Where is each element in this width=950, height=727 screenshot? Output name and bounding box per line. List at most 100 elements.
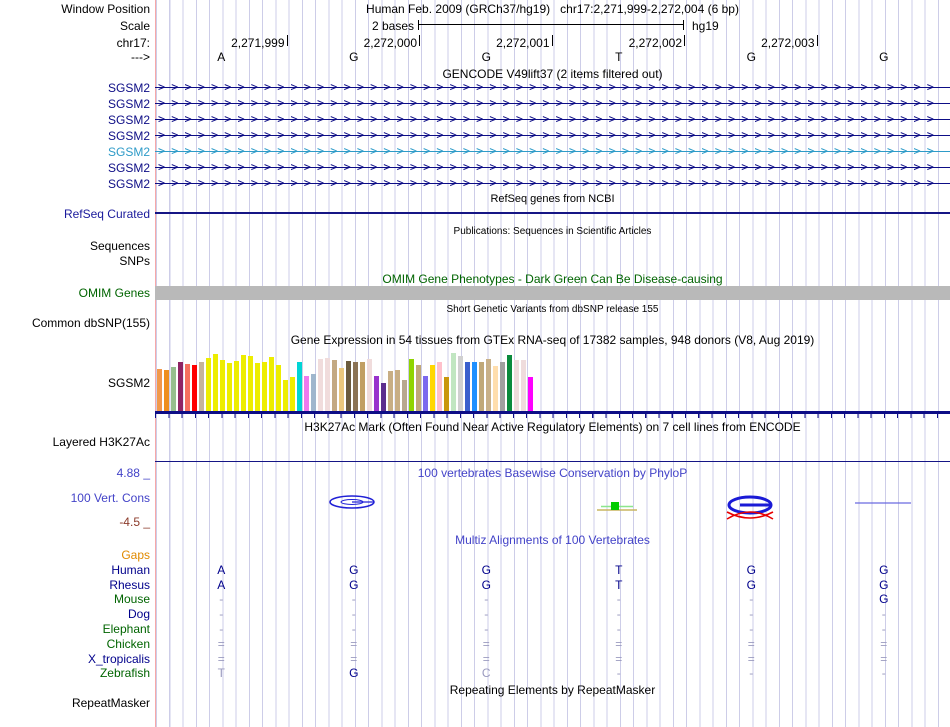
gtex-bar[interactable]: [346, 361, 351, 413]
gtex-bar[interactable]: [227, 363, 232, 413]
gtex-bar[interactable]: [500, 362, 505, 413]
gtex-bar[interactable]: [507, 355, 512, 413]
gtex-bar[interactable]: [248, 356, 253, 413]
gene-arrow-row[interactable]: >>>>>>>>>>>>>>>>>>>>>>>>>>>>>>>>>>>>>>>>…: [155, 81, 950, 94]
gene-label-sgsm2[interactable]: SGSM2: [0, 113, 150, 127]
gtex-bar[interactable]: [297, 362, 302, 413]
gene-label-sgsm2[interactable]: SGSM2: [0, 81, 150, 95]
gtex-bar[interactable]: [325, 358, 330, 413]
gtex-bar[interactable]: [465, 362, 470, 413]
species-label-chicken[interactable]: Chicken: [0, 637, 150, 651]
species-label-gaps[interactable]: Gaps: [0, 548, 150, 562]
species-label-mouse[interactable]: Mouse: [0, 592, 150, 606]
gtex-bar[interactable]: [206, 358, 211, 413]
species-label-elephant[interactable]: Elephant: [0, 622, 150, 636]
species-label-human[interactable]: Human: [0, 563, 150, 577]
track-label-layered-h3k27ac[interactable]: Layered H3K27Ac: [0, 435, 150, 449]
gtex-bar[interactable]: [304, 376, 309, 413]
gtex-bar-chart[interactable]: [157, 353, 533, 413]
gtex-bar[interactable]: [395, 370, 400, 413]
omim-gene-bar[interactable]: [155, 286, 950, 300]
omim-track-title[interactable]: OMIM Gene Phenotypes - Dark Green Can Be…: [155, 272, 950, 286]
gtex-bar[interactable]: [486, 359, 491, 413]
gtex-bar[interactable]: [269, 357, 274, 413]
gtex-bar[interactable]: [185, 364, 190, 413]
gtex-bar[interactable]: [528, 377, 533, 413]
gtex-bar[interactable]: [479, 362, 484, 413]
gene-label-sgsm2[interactable]: SGSM2: [0, 129, 150, 143]
gtex-bar[interactable]: [220, 360, 225, 413]
gene-arrow-row[interactable]: >>>>>>>>>>>>>>>>>>>>>>>>>>>>>>>>>>>>>>>>…: [155, 145, 950, 158]
gtex-bar[interactable]: [374, 376, 379, 413]
track-label-100-vert-cons[interactable]: 100 Vert. Cons: [0, 491, 150, 505]
gtex-bar[interactable]: [360, 362, 365, 413]
gene-arrow-row[interactable]: >>>>>>>>>>>>>>>>>>>>>>>>>>>>>>>>>>>>>>>>…: [155, 161, 950, 174]
gtex-track-title[interactable]: Gene Expression in 54 tissues from GTEx …: [155, 333, 950, 347]
gtex-bar[interactable]: [283, 380, 288, 413]
track-label-gtex-gene[interactable]: SGSM2: [0, 376, 150, 390]
gtex-bar[interactable]: [430, 365, 435, 413]
gene-arrow-row[interactable]: >>>>>>>>>>>>>>>>>>>>>>>>>>>>>>>>>>>>>>>>…: [155, 113, 950, 126]
gtex-bar[interactable]: [262, 362, 267, 413]
gtex-bar[interactable]: [213, 354, 218, 413]
gtex-bar[interactable]: [444, 377, 449, 413]
track-label-snps[interactable]: SNPs: [0, 254, 150, 268]
gtex-bar[interactable]: [493, 366, 498, 413]
gtex-bar[interactable]: [178, 362, 183, 413]
track-label-common-dbsnp[interactable]: Common dbSNP(155): [0, 316, 150, 330]
gtex-bar[interactable]: [514, 360, 519, 413]
gtex-bar[interactable]: [353, 362, 358, 413]
gtex-bar[interactable]: [276, 365, 281, 413]
gtex-bar[interactable]: [318, 359, 323, 413]
gene-label-sgsm2[interactable]: SGSM2: [0, 97, 150, 111]
species-label-zebrafish[interactable]: Zebrafish: [0, 666, 150, 680]
gene-label-sgsm2[interactable]: SGSM2: [0, 177, 150, 191]
track-label-sequences[interactable]: Sequences: [0, 239, 150, 253]
publications-track-title[interactable]: Publications: Sequences in Scientific Ar…: [155, 226, 950, 237]
track-label-refseq-curated[interactable]: RefSeq Curated: [0, 207, 150, 221]
track-label-omim-genes[interactable]: OMIM Genes: [0, 286, 150, 300]
phylop-track-title[interactable]: 100 vertebrates Basewise Conservation by…: [155, 466, 950, 480]
gtex-bar[interactable]: [381, 383, 386, 413]
repeatmasker-track-title[interactable]: Repeating Elements by RepeatMasker: [155, 683, 950, 697]
gtex-bar[interactable]: [472, 362, 477, 413]
gtex-bar[interactable]: [332, 360, 337, 413]
gtex-bar[interactable]: [192, 365, 197, 413]
multiz-track-title[interactable]: Multiz Alignments of 100 Vertebrates: [155, 533, 950, 547]
gtex-bar[interactable]: [255, 363, 260, 413]
species-label-x_tropicalis[interactable]: X_tropicalis: [0, 652, 150, 666]
refseq-gene-line[interactable]: [155, 212, 950, 214]
gtex-bar[interactable]: [437, 362, 442, 413]
gtex-bar[interactable]: [234, 361, 239, 413]
species-label-rhesus[interactable]: Rhesus: [0, 578, 150, 592]
gtex-bar[interactable]: [416, 365, 421, 413]
refseq-track-title[interactable]: RefSeq genes from NCBI: [155, 193, 950, 205]
gtex-bar[interactable]: [388, 371, 393, 413]
gtex-bar[interactable]: [409, 359, 414, 413]
gtex-bar[interactable]: [311, 374, 316, 413]
gtex-bar[interactable]: [171, 367, 176, 413]
gene-arrow-row[interactable]: >>>>>>>>>>>>>>>>>>>>>>>>>>>>>>>>>>>>>>>>…: [155, 97, 950, 110]
gene-label-sgsm2[interactable]: SGSM2: [0, 145, 150, 159]
gtex-bar[interactable]: [367, 359, 372, 413]
gtex-bar[interactable]: [402, 380, 407, 413]
track-label-repeatmasker[interactable]: RepeatMasker: [0, 696, 150, 710]
gtex-bar[interactable]: [290, 377, 295, 413]
phylop-wiggle-shapes[interactable]: [155, 488, 950, 533]
gtex-bar[interactable]: [241, 355, 246, 413]
gene-label-sgsm2[interactable]: SGSM2: [0, 161, 150, 175]
gtex-bar[interactable]: [339, 368, 344, 413]
gtex-bar[interactable]: [164, 370, 169, 413]
gtex-bar[interactable]: [521, 360, 526, 413]
gtex-bar[interactable]: [423, 376, 428, 413]
gene-arrow-row[interactable]: >>>>>>>>>>>>>>>>>>>>>>>>>>>>>>>>>>>>>>>>…: [155, 177, 950, 190]
dbsnp-track-title[interactable]: Short Genetic Variants from dbSNP releas…: [155, 304, 950, 315]
gtex-bar[interactable]: [451, 353, 456, 413]
gtex-bar[interactable]: [199, 362, 204, 413]
gencode-track-title[interactable]: GENCODE V49lift37 (2 items filtered out): [155, 67, 950, 81]
gene-arrow-row[interactable]: >>>>>>>>>>>>>>>>>>>>>>>>>>>>>>>>>>>>>>>>…: [155, 129, 950, 142]
gtex-bar[interactable]: [157, 369, 162, 413]
h3k27ac-track-title[interactable]: H3K27Ac Mark (Often Found Near Active Re…: [155, 420, 950, 434]
species-label-dog[interactable]: Dog: [0, 607, 150, 621]
gtex-bar[interactable]: [458, 356, 463, 413]
